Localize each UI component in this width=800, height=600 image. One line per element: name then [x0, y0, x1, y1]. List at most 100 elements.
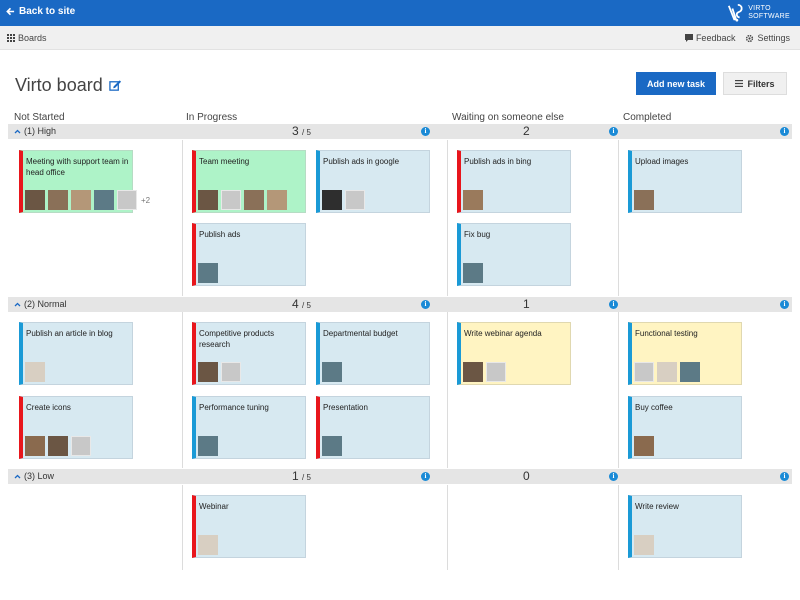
task-card[interactable]: Write webinar agenda: [457, 322, 571, 385]
avatar[interactable]: [94, 190, 114, 210]
avatar[interactable]: [25, 362, 45, 382]
avatar-placeholder[interactable]: [486, 362, 506, 382]
avatar[interactable]: [244, 190, 264, 210]
avatar[interactable]: [48, 190, 68, 210]
column-divider: [618, 312, 619, 468]
info-icon[interactable]: i: [421, 472, 430, 481]
avatar[interactable]: [657, 362, 677, 382]
swimlane-toggle-high[interactable]: (1) High: [14, 126, 56, 136]
column-divider: [447, 312, 448, 468]
column-header-not-started: Not Started: [14, 112, 65, 123]
column-divider: [447, 140, 448, 296]
task-title: Functional testing: [635, 329, 698, 338]
virto-logo: VIRTO SOFTWARE: [727, 3, 790, 23]
task-card[interactable]: Publish ads in bing: [457, 150, 571, 213]
task-card[interactable]: Publish ads in google: [316, 150, 430, 213]
task-title: Publish ads: [199, 230, 241, 239]
filters-button[interactable]: Filters: [723, 72, 787, 95]
task-card[interactable]: Buy coffee: [628, 396, 742, 459]
avatar[interactable]: [198, 436, 218, 456]
task-card[interactable]: Webinar: [192, 495, 306, 558]
info-icon[interactable]: i: [609, 127, 618, 136]
swimlane-toggle-normal[interactable]: (2) Normal: [14, 299, 67, 309]
task-card[interactable]: Upload images: [628, 150, 742, 213]
avatar-placeholder[interactable]: [345, 190, 365, 210]
avatar[interactable]: [634, 535, 654, 555]
task-card[interactable]: Competitive products research: [192, 322, 306, 385]
swimlane-normal: (2) Normal 4 / 5 i 1 i i: [8, 297, 792, 312]
avatar[interactable]: [71, 190, 91, 210]
back-to-site-label: Back to site: [19, 6, 76, 17]
task-card[interactable]: Departmental budget: [316, 322, 430, 385]
add-new-task-button[interactable]: Add new task: [636, 72, 716, 95]
task-card[interactable]: Functional testing: [628, 322, 742, 385]
task-card[interactable]: Fix bug: [457, 223, 571, 286]
swimlane-low: (3) Low 1 / 5 i 0 i i: [8, 469, 792, 484]
info-icon[interactable]: i: [421, 127, 430, 136]
task-title: Meeting with support team in head office: [26, 157, 129, 177]
task-card[interactable]: Create icons: [19, 396, 133, 459]
avatar[interactable]: [322, 362, 342, 382]
swimlane-toggle-low[interactable]: (3) Low: [14, 471, 54, 481]
swimlane-label: (2) Normal: [24, 299, 67, 309]
assignees: [463, 190, 483, 210]
task-card[interactable]: Meeting with support team in head office…: [19, 150, 150, 213]
task-card[interactable]: Write review: [628, 495, 742, 558]
avatar[interactable]: [198, 263, 218, 283]
avatar[interactable]: [634, 436, 654, 456]
avatar[interactable]: [267, 190, 287, 210]
assignees: [198, 436, 218, 456]
avatar[interactable]: [322, 436, 342, 456]
avatar[interactable]: [463, 263, 483, 283]
avatar-placeholder[interactable]: [634, 362, 654, 382]
avatar[interactable]: [25, 436, 45, 456]
settings-label: Settings: [757, 33, 790, 43]
avatar-placeholder[interactable]: [117, 190, 137, 210]
back-to-site-link[interactable]: Back to site: [6, 6, 75, 17]
avatar[interactable]: [25, 190, 45, 210]
task-title: Webinar: [199, 502, 229, 511]
avatar[interactable]: [634, 190, 654, 210]
column-header-waiting: Waiting on someone else: [452, 112, 564, 123]
swimlane-label: (1) High: [24, 126, 57, 136]
waiting-count: 2: [523, 124, 530, 138]
avatar[interactable]: [322, 190, 342, 210]
avatar-placeholder[interactable]: [221, 362, 241, 382]
task-card[interactable]: Publish an article in blog: [19, 322, 133, 385]
assignees: +2: [25, 190, 150, 210]
info-icon[interactable]: i: [609, 472, 618, 481]
avatar[interactable]: [680, 362, 700, 382]
avatar-placeholder[interactable]: [71, 436, 91, 456]
task-card[interactable]: Performance tuning: [192, 396, 306, 459]
task-title: Team meeting: [199, 157, 250, 166]
swimlane-high: (1) High 3 / 5 i 2 i i: [8, 124, 792, 139]
avatar[interactable]: [198, 362, 218, 382]
avatar[interactable]: [198, 535, 218, 555]
avatar[interactable]: [198, 190, 218, 210]
boards-link[interactable]: Boards: [7, 33, 47, 43]
info-icon[interactable]: i: [609, 300, 618, 309]
task-card[interactable]: Publish ads: [192, 223, 306, 286]
settings-link[interactable]: Settings: [745, 33, 790, 43]
info-icon[interactable]: i: [780, 127, 789, 136]
task-title: Fix bug: [464, 230, 491, 239]
edit-icon[interactable]: [109, 79, 122, 92]
info-icon[interactable]: i: [421, 300, 430, 309]
in-progress-wip-count: 4 / 5: [292, 297, 311, 311]
avatar[interactable]: [463, 190, 483, 210]
wip-limit: / 5: [302, 301, 311, 310]
boards-label: Boards: [18, 33, 47, 43]
more-assignees-count[interactable]: +2: [141, 196, 150, 205]
info-icon[interactable]: i: [780, 300, 789, 309]
assignees: [634, 190, 654, 210]
task-card[interactable]: Presentation: [316, 396, 430, 459]
avatar-placeholder[interactable]: [221, 190, 241, 210]
waiting-count: 1: [523, 297, 530, 311]
avatar[interactable]: [463, 362, 483, 382]
avatar[interactable]: [48, 436, 68, 456]
task-card[interactable]: Team meeting: [192, 150, 306, 213]
feedback-link[interactable]: Feedback: [684, 33, 735, 43]
info-icon[interactable]: i: [780, 472, 789, 481]
swimlane-label: (3) Low: [24, 471, 55, 481]
column-divider: [618, 140, 619, 296]
